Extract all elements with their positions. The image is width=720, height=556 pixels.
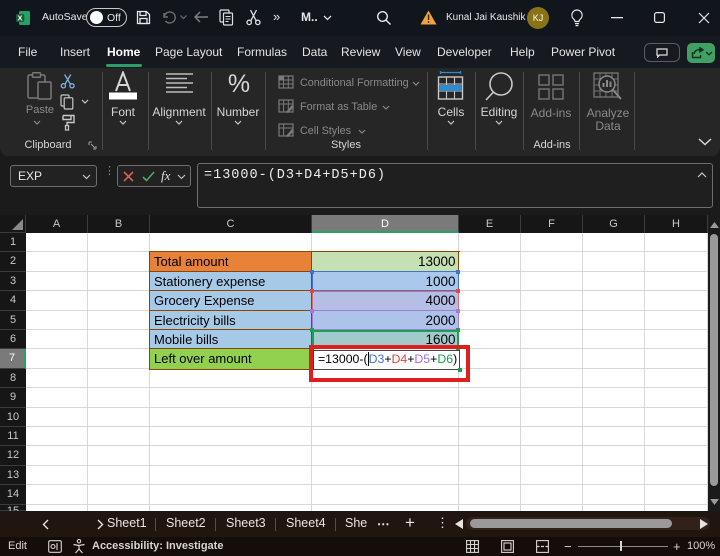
svg-text:X: X	[17, 14, 22, 23]
